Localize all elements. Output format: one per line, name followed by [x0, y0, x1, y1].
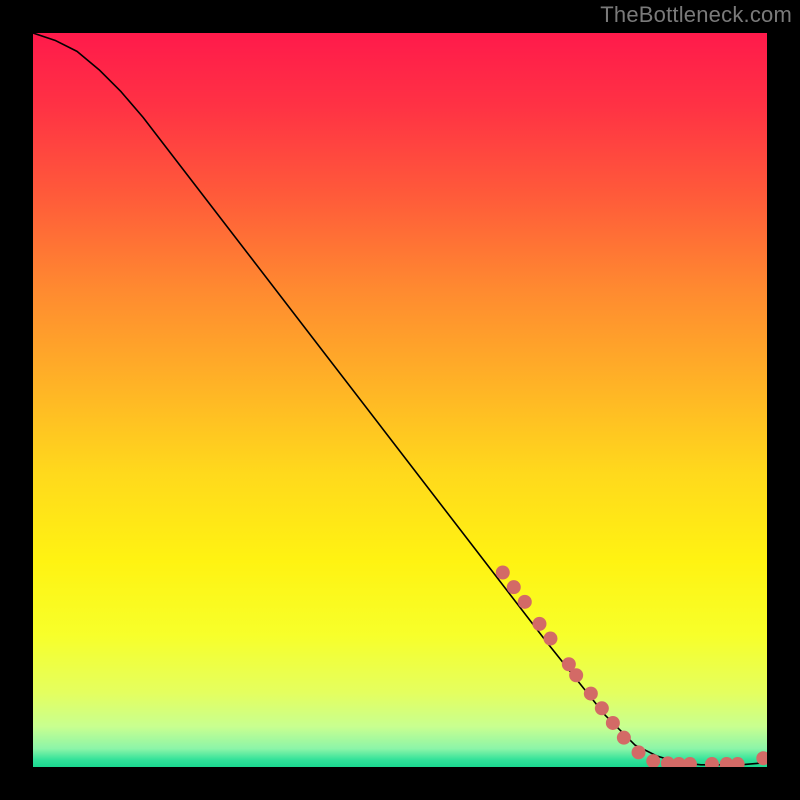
- highlight-dot: [606, 716, 620, 730]
- chart-svg: [33, 33, 767, 767]
- highlight-dot: [731, 757, 745, 767]
- highlight-dot: [507, 580, 521, 594]
- highlight-dot: [518, 595, 532, 609]
- highlight-dot: [705, 757, 719, 767]
- highlight-dot: [569, 668, 583, 682]
- highlight-dot: [496, 565, 510, 579]
- highlight-dot: [595, 701, 609, 715]
- highlight-dot: [584, 687, 598, 701]
- highlight-dot: [617, 731, 631, 745]
- highlight-dot: [532, 617, 546, 631]
- plot-area: [33, 33, 767, 767]
- highlight-dot: [543, 632, 557, 646]
- highlight-dot: [683, 757, 697, 767]
- chart-frame: TheBottleneck.com: [0, 0, 800, 800]
- highlight-dot: [632, 745, 646, 759]
- watermark-text: TheBottleneck.com: [600, 2, 792, 28]
- curve-path: [33, 33, 767, 765]
